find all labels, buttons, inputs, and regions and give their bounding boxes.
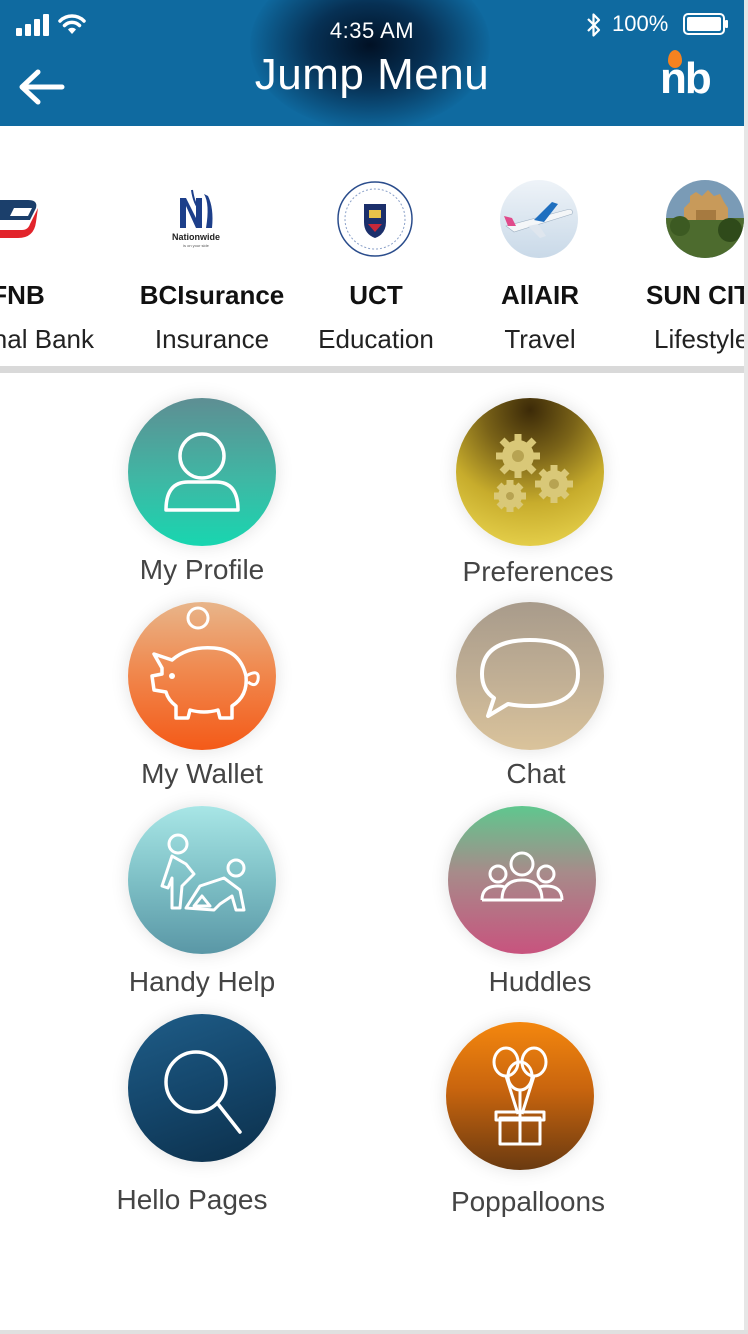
group-icon xyxy=(480,851,564,902)
menu-item-hello-pages[interactable]: Hello Pages xyxy=(62,1014,322,1215)
helping-people-icon xyxy=(160,833,246,912)
svg-text:is on your side: is on your side xyxy=(183,243,210,248)
app-header: 4:35 AM 100% Jump Menu nb xyxy=(0,0,744,126)
bottom-edge xyxy=(0,1330,748,1334)
partner-name: SUN CIT xyxy=(646,280,744,310)
partner-category: Lifestyle xyxy=(654,324,744,354)
menu-item-huddles[interactable]: Huddles xyxy=(410,806,670,1006)
menu-item-poppalloons[interactable]: Poppalloons xyxy=(398,1022,658,1222)
partner-item-sun-city[interactable]: SUN CIT Lifestyle xyxy=(626,126,744,366)
menu-item-my-profile[interactable]: My Profile xyxy=(72,398,332,598)
menu-item-my-wallet[interactable]: My Wallet xyxy=(72,602,332,802)
balloons-gift-icon xyxy=(492,1046,548,1146)
battery-icon xyxy=(683,13,728,35)
page-title: Jump Menu xyxy=(254,50,490,99)
partner-item-allair[interactable]: AllAIR Travel xyxy=(460,126,620,366)
partner-carousel[interactable]: FNB onal Bank Nationwide is on your side… xyxy=(0,126,744,366)
menu-item-preferences[interactable]: Preferences xyxy=(408,398,668,598)
partner-name: FNB xyxy=(0,280,45,310)
partner-item-uct[interactable]: UCT Education xyxy=(296,126,456,366)
menu-item-chat[interactable]: Chat xyxy=(406,602,666,802)
partner-category: onal Bank xyxy=(0,324,94,354)
menu-item-label: My Wallet xyxy=(141,758,263,789)
menu-item-label: Handy Help xyxy=(128,966,276,997)
group-icon-circle xyxy=(448,806,596,954)
speech-bubble-icon-circle xyxy=(456,602,604,750)
menu-item-label: Chat xyxy=(506,758,566,789)
balloons-gift-icon-circle xyxy=(446,1022,594,1170)
user-icon-circle xyxy=(128,398,276,546)
right-edge xyxy=(744,0,748,1334)
menu-item-label: Preferences xyxy=(462,556,614,587)
speech-bubble-icon xyxy=(480,638,580,718)
piggy-bank-icon-circle xyxy=(128,602,276,750)
uct-crest-logo xyxy=(336,180,414,258)
user-icon xyxy=(164,432,240,512)
nationwide-logo: Nationwide is on your side xyxy=(156,180,236,258)
menu-item-label: Huddles xyxy=(488,966,592,997)
nationwide-logo-text: Nationwide xyxy=(172,232,220,242)
search-icon-circle xyxy=(128,1014,276,1162)
bluetooth-icon xyxy=(587,13,601,37)
sun-city-photo xyxy=(666,180,744,258)
partner-item-bcisurance[interactable]: Nationwide is on your side BCIsurance In… xyxy=(136,126,296,366)
menu-item-label: My Profile xyxy=(139,554,265,585)
gears-icon-circle xyxy=(456,398,604,546)
airplane-photo xyxy=(500,180,578,258)
menu-item-handy-help[interactable]: Handy Help xyxy=(72,806,332,1006)
partner-item-fnb[interactable]: FNB onal Bank xyxy=(0,126,98,366)
search-icon xyxy=(164,1050,242,1134)
brand-logo-dot xyxy=(668,50,682,68)
gears-icon xyxy=(494,434,573,512)
piggy-bank-icon xyxy=(150,606,260,720)
status-bar: 4:35 AM 100% xyxy=(0,0,744,52)
helping-people-icon-circle xyxy=(128,806,276,954)
fnb-logo xyxy=(0,180,58,258)
menu-item-label: Poppalloons xyxy=(450,1186,606,1217)
menu-item-label: Hello Pages xyxy=(116,1184,268,1215)
battery-percent: 100% xyxy=(612,11,669,36)
brand-logo[interactable]: nb xyxy=(656,46,726,112)
section-divider xyxy=(0,366,744,373)
